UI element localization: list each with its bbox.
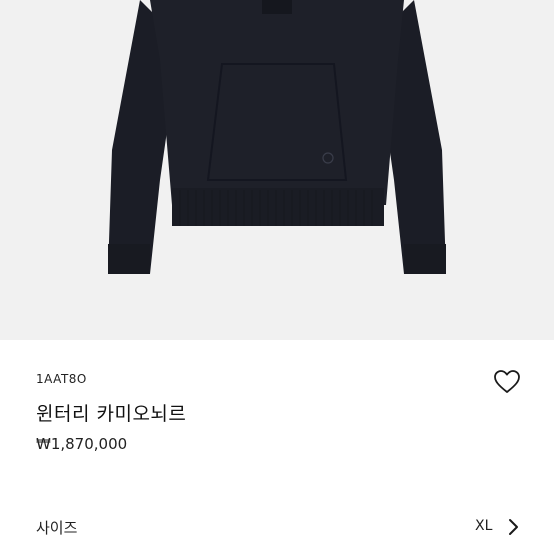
size-selector[interactable]: 사이즈 XL [0,508,554,548]
product-detail-page: 1AAT8O 윈터리 카미오뇌르 ₩1,870,000 사이즈 XL [0,0,554,554]
product-sku: 1AAT8O [36,372,87,386]
chevron-right-icon [506,518,520,536]
size-label: 사이즈 [36,519,78,537]
hoodie-illustration [108,0,446,274]
product-name: 윈터리 카미오뇌르 [36,403,187,425]
size-value: XL [475,518,493,534]
product-image[interactable] [0,0,554,340]
heart-outline-icon[interactable] [493,369,521,395]
product-price: ₩1,870,000 [36,435,128,453]
